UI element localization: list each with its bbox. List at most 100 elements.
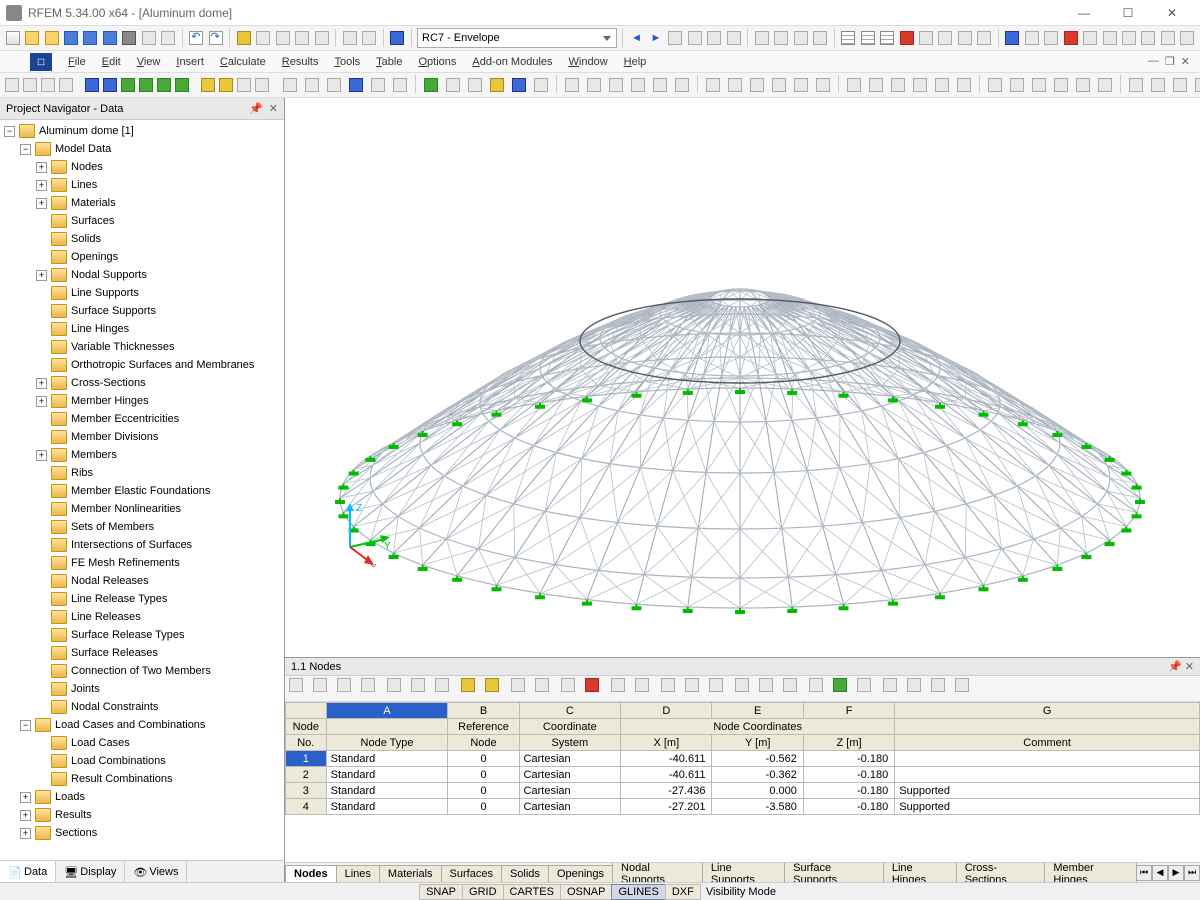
mod8-button[interactable] [1140, 28, 1157, 48]
menu-calculate[interactable]: Calculate [212, 54, 274, 70]
res4-button[interactable] [811, 28, 828, 48]
new-file-button[interactable] [4, 28, 21, 48]
minimize-button[interactable]: — [1062, 0, 1106, 26]
tool2-btn-38[interactable] [1170, 75, 1190, 95]
disp7-button[interactable] [956, 28, 973, 48]
draw-node-button[interactable] [84, 75, 100, 95]
nav-tab-views[interactable]: 👁Views [125, 861, 187, 882]
draw-load-button[interactable] [174, 75, 190, 95]
tree-item-member-nonlinearities[interactable]: Member Nonlinearities [0, 500, 284, 518]
tool2-btn-16[interactable] [650, 75, 670, 95]
sel-line-button[interactable] [40, 75, 56, 95]
tree-group-loads[interactable]: +Loads [0, 788, 284, 806]
view2-button[interactable] [360, 28, 377, 48]
open-project-button[interactable] [43, 28, 60, 48]
mod9-button[interactable] [1159, 28, 1176, 48]
mdi-close-button[interactable]: ✕ [1181, 55, 1190, 68]
status-osnap[interactable]: OSNAP [560, 884, 613, 900]
table-tool-14[interactable] [635, 678, 657, 700]
tree-item-lines[interactable]: +Lines [0, 176, 284, 194]
table-pin-icon[interactable]: 📌 [1168, 661, 1182, 673]
table-tab-openings[interactable]: Openings [548, 865, 613, 882]
table-tab-line-hinges[interactable]: Line Hinges [883, 862, 957, 882]
table-tool-16[interactable] [685, 678, 707, 700]
tree-item-surfaces[interactable]: Surfaces [0, 212, 284, 230]
prev-button[interactable]: ◄ [628, 28, 645, 48]
tree-root[interactable]: −Aluminum dome [1] [0, 122, 284, 140]
tool2-btn-28[interactable] [932, 75, 952, 95]
tree-group-sections[interactable]: +Sections [0, 824, 284, 842]
tool2-btn-11[interactable] [531, 75, 551, 95]
load-case-combo[interactable]: RC7 - Envelope [417, 28, 617, 48]
report-button[interactable] [159, 28, 176, 48]
tree-item-line-releases[interactable]: Line Releases [0, 608, 284, 626]
table-tool-13[interactable] [611, 678, 633, 700]
tool2-btn-18[interactable] [703, 75, 723, 95]
tree-item-member-elastic-foundations[interactable]: Member Elastic Foundations [0, 482, 284, 500]
mdi-icon[interactable]: ⬚ [30, 53, 52, 71]
tree-group-results[interactable]: +Results [0, 806, 284, 824]
tree-item-result-combinations[interactable]: Result Combinations [0, 770, 284, 788]
table-row[interactable]: 2Standard0Cartesian-40.611-0.362-0.180 [286, 767, 1200, 783]
res2-button[interactable] [773, 28, 790, 48]
menu-window[interactable]: Window [561, 54, 616, 70]
marker-button[interactable] [218, 75, 234, 95]
sel-member-button[interactable] [58, 75, 74, 95]
table-tool-10[interactable] [535, 678, 557, 700]
mod1-button[interactable] [1004, 28, 1021, 48]
nav3-button[interactable] [706, 28, 723, 48]
mod2-button[interactable] [1023, 28, 1040, 48]
table-tool-5[interactable] [411, 678, 433, 700]
table-tab-surfaces[interactable]: Surfaces [441, 865, 502, 882]
table-tool-23[interactable] [857, 678, 879, 700]
tree-item-line-supports[interactable]: Line Supports [0, 284, 284, 302]
table-row[interactable]: 4Standard0Cartesian-27.201-3.580-0.180Su… [286, 799, 1200, 815]
tool2-btn-31[interactable] [1007, 75, 1027, 95]
menu-view[interactable]: View [129, 54, 169, 70]
tree-item-surface-releases[interactable]: Surface Releases [0, 644, 284, 662]
nav1-button[interactable] [667, 28, 684, 48]
disp1-button[interactable] [840, 28, 857, 48]
res1-button[interactable] [753, 28, 770, 48]
tree-item-nodal-constraints[interactable]: Nodal Constraints [0, 698, 284, 716]
tool2-btn-25[interactable] [866, 75, 886, 95]
undo-button[interactable] [188, 28, 205, 48]
table-tab-nav-1[interactable]: ◀ [1152, 865, 1168, 881]
tool2-btn-22[interactable] [791, 75, 811, 95]
flag-button[interactable] [200, 75, 216, 95]
tool2-btn-15[interactable] [628, 75, 648, 95]
tree-item-line-hinges[interactable]: Line Hinges [0, 320, 284, 338]
table-tool-1[interactable] [313, 678, 335, 700]
tree-item-variable-thicknesses[interactable]: Variable Thicknesses [0, 338, 284, 356]
tool2-btn-19[interactable] [725, 75, 745, 95]
table-tab-line-supports[interactable]: Line Supports [702, 862, 785, 882]
tool2-btn-3[interactable] [346, 75, 366, 95]
table-tool-8[interactable] [485, 678, 507, 700]
save-as-button[interactable] [101, 28, 118, 48]
tree-item-sets-of-members[interactable]: Sets of Members [0, 518, 284, 536]
globe-button[interactable] [389, 28, 406, 48]
nav2-button[interactable] [686, 28, 703, 48]
disp2-button[interactable] [859, 28, 876, 48]
table-tab-surface-supports[interactable]: Surface Supports [784, 862, 884, 882]
tree-model-data[interactable]: −Model Data [0, 140, 284, 158]
draw-support-button[interactable] [156, 75, 172, 95]
close-button[interactable]: ✕ [1150, 0, 1194, 26]
navigator-tree[interactable]: −Aluminum dome [1]−Model Data+Nodes+Line… [0, 120, 284, 860]
menu-add-on-modules[interactable]: Add-on Modules [464, 54, 560, 70]
res3-button[interactable] [792, 28, 809, 48]
tool2-btn-1[interactable] [302, 75, 322, 95]
tree-item-orthotropic-surfaces-and-membranes[interactable]: Orthotropic Surfaces and Membranes [0, 356, 284, 374]
table-tab-nodal-supports[interactable]: Nodal Supports [612, 862, 703, 882]
table-tab-member-hinges[interactable]: Member Hinges [1044, 862, 1137, 882]
tree-item-member-hinges[interactable]: +Member Hinges [0, 392, 284, 410]
tool2-btn-24[interactable] [844, 75, 864, 95]
tree-item-openings[interactable]: Openings [0, 248, 284, 266]
tool2-btn-14[interactable] [606, 75, 626, 95]
redo-button[interactable] [207, 28, 224, 48]
mod4-button[interactable] [1062, 28, 1079, 48]
mdi-minimize-button[interactable]: — [1148, 55, 1159, 68]
maximize-button[interactable]: ☐ [1106, 0, 1150, 26]
tool2-btn-7[interactable] [443, 75, 463, 95]
draw-member-button[interactable] [120, 75, 136, 95]
